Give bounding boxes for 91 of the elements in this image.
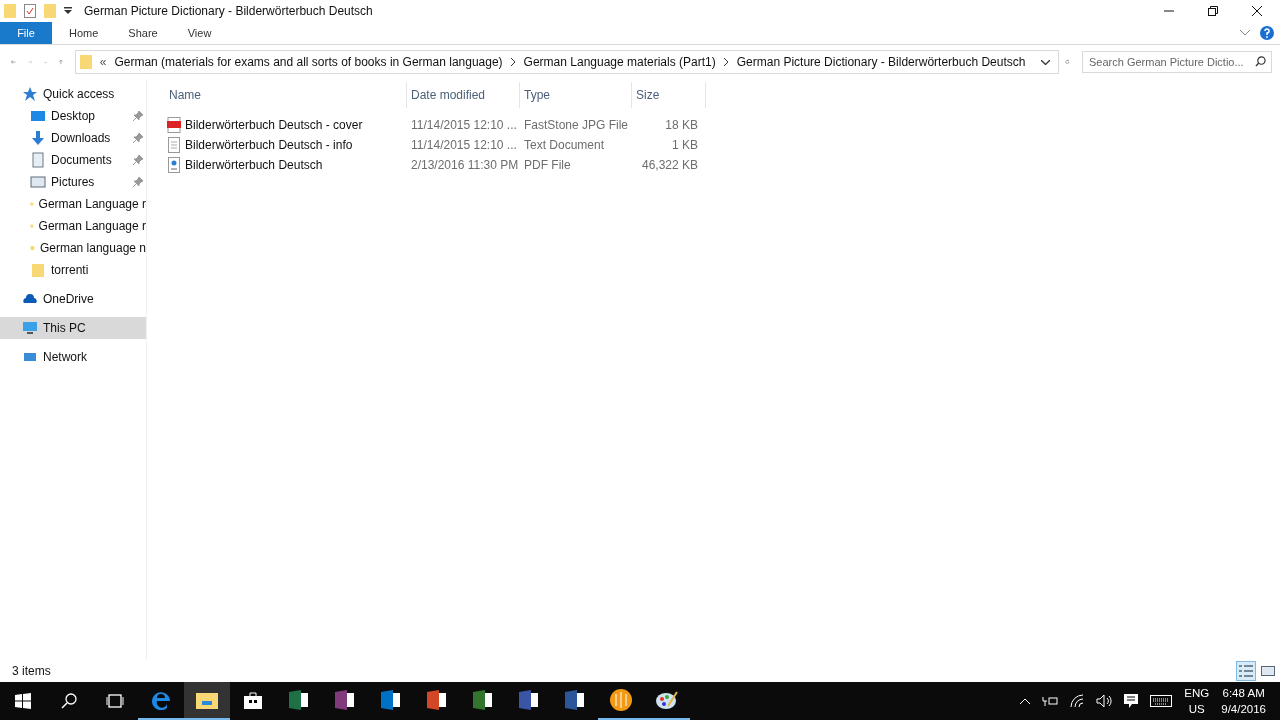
close-icon[interactable] [1252,6,1262,16]
wifi-icon[interactable] [1070,694,1085,708]
sidebar-item[interactable]: Desktop [0,105,146,127]
chevron-right-icon[interactable] [723,58,729,66]
document-icon [30,152,46,168]
address-bar[interactable]: « German (materials for exams and all sorts of books in German language) German Language materials (Part1) German Picture Dictionary - Bilderwörterbuch Deutsch [74,50,1060,74]
input-language[interactable]: ENG US [1184,685,1210,717]
restore-icon[interactable] [1208,6,1218,16]
folder-icon [196,691,218,709]
pin-icon [133,177,143,187]
search-icon[interactable] [60,693,78,709]
sidebar-item[interactable]: Documents [0,149,146,171]
office-app-icon [519,690,539,710]
striped-ball-icon [610,689,632,711]
search-field[interactable]: Search German Picture Dictio... [1082,51,1272,73]
sidebar-item[interactable]: Pictures [0,171,146,193]
sidebar-item[interactable]: German Language r [0,193,146,215]
office-app-icon [427,690,447,710]
clock[interactable]: 6:48 AM 9/4/2016 [1221,685,1266,717]
picture-icon [1261,665,1275,677]
chevron-up-icon[interactable] [1020,698,1031,704]
office-app-icon [289,690,309,710]
dropdown-caret-icon[interactable] [64,7,72,15]
breadcrumb[interactable]: German Language materials (Part1) [523,55,716,69]
date-modified: 2/13/2016 11:30 PM [410,158,520,172]
search-icon [1255,56,1266,67]
shopping-bag-icon [244,691,262,709]
sidebar-item[interactable]: This PC [0,317,146,339]
column-header[interactable]: Size [632,82,706,108]
keyboard-icon[interactable] [1150,695,1173,707]
notification-icon[interactable] [1124,694,1139,708]
ribbon-tab[interactable]: Home [56,22,112,44]
date-modified: 11/14/2015 12:10 ... [410,118,518,132]
item-count: 3 items [12,664,51,678]
task-view-icon[interactable] [106,694,124,708]
text-file-icon [167,137,181,153]
sidebar-item[interactable]: Network [0,346,146,368]
ribbon-tab[interactable]: View [174,22,225,44]
office-app-icon [381,690,401,710]
file-name[interactable]: Bilderwörterbuch Deutsch - cover [185,118,363,132]
pin-icon [133,133,143,143]
browser-e-icon [151,690,171,710]
download-arrow-icon [30,130,46,146]
column-header[interactable]: Date modified [407,82,520,108]
folder-icon [79,55,92,69]
speaker-icon[interactable] [1096,694,1113,708]
image-file-icon [167,117,181,133]
help-icon[interactable] [1260,26,1274,40]
breadcrumb[interactable]: German Picture Dictionary - Bilderwörterbuch Deutsch [736,55,1026,69]
file-type: PDF File [523,158,572,172]
checkmark-document-icon[interactable] [24,4,36,18]
ribbon-tab[interactable]: Share [115,22,171,44]
picture-icon [30,174,46,190]
file-menu-tab[interactable]: File [0,22,52,44]
windows-logo-icon[interactable] [14,693,32,709]
pdf-file-icon [167,157,181,173]
column-header[interactable]: Type [520,82,632,108]
file-size: 46,322 KB [640,158,699,172]
office-app-icon [335,690,355,710]
file-name[interactable]: Bilderwörterbuch Deutsch [185,158,323,172]
details-view-button[interactable] [1236,661,1256,681]
sidebar-item[interactable]: German language n [0,237,146,259]
date-modified: 11/14/2015 12:10 ... [410,138,518,152]
sidebar-item[interactable]: Quick access [0,83,146,105]
folder-icon [30,262,46,278]
column-header[interactable]: Name [165,82,407,108]
office-app-icon [473,690,493,710]
details-list-icon [1239,665,1253,677]
file-type: Text Document [523,138,606,152]
sidebar-item[interactable]: German Language r [0,215,146,237]
office-app-icon [565,690,585,710]
desktop-icon [30,108,46,124]
sidebar-item[interactable]: torrenti [0,259,146,281]
overflow-chevron[interactable]: « [99,55,107,69]
paint-palette-icon [656,690,678,710]
file-size: 18 KB [664,118,699,132]
pin-icon [133,155,143,165]
file-type: FastStone JPG File [523,118,630,132]
chevron-down-icon[interactable] [1041,59,1051,65]
chevron-right-icon[interactable] [510,58,516,66]
sidebar-item[interactable]: OneDrive [0,288,146,310]
star-icon [22,86,38,102]
pin-icon [133,111,143,121]
power-plug-icon[interactable] [1042,695,1059,707]
computer-icon [22,320,38,336]
file-size: 1 KB [671,138,699,152]
window-title: German Picture Dictionary - Bilderwörterbuch Deutsch [84,4,373,18]
taskbar-app-button[interactable] [184,682,230,720]
file-name[interactable]: Bilderwörterbuch Deutsch - info [185,138,353,152]
breadcrumb[interactable]: German (materials for exams and all sorts of books in German language) [114,55,503,69]
sidebar-item[interactable]: Downloads [0,127,146,149]
